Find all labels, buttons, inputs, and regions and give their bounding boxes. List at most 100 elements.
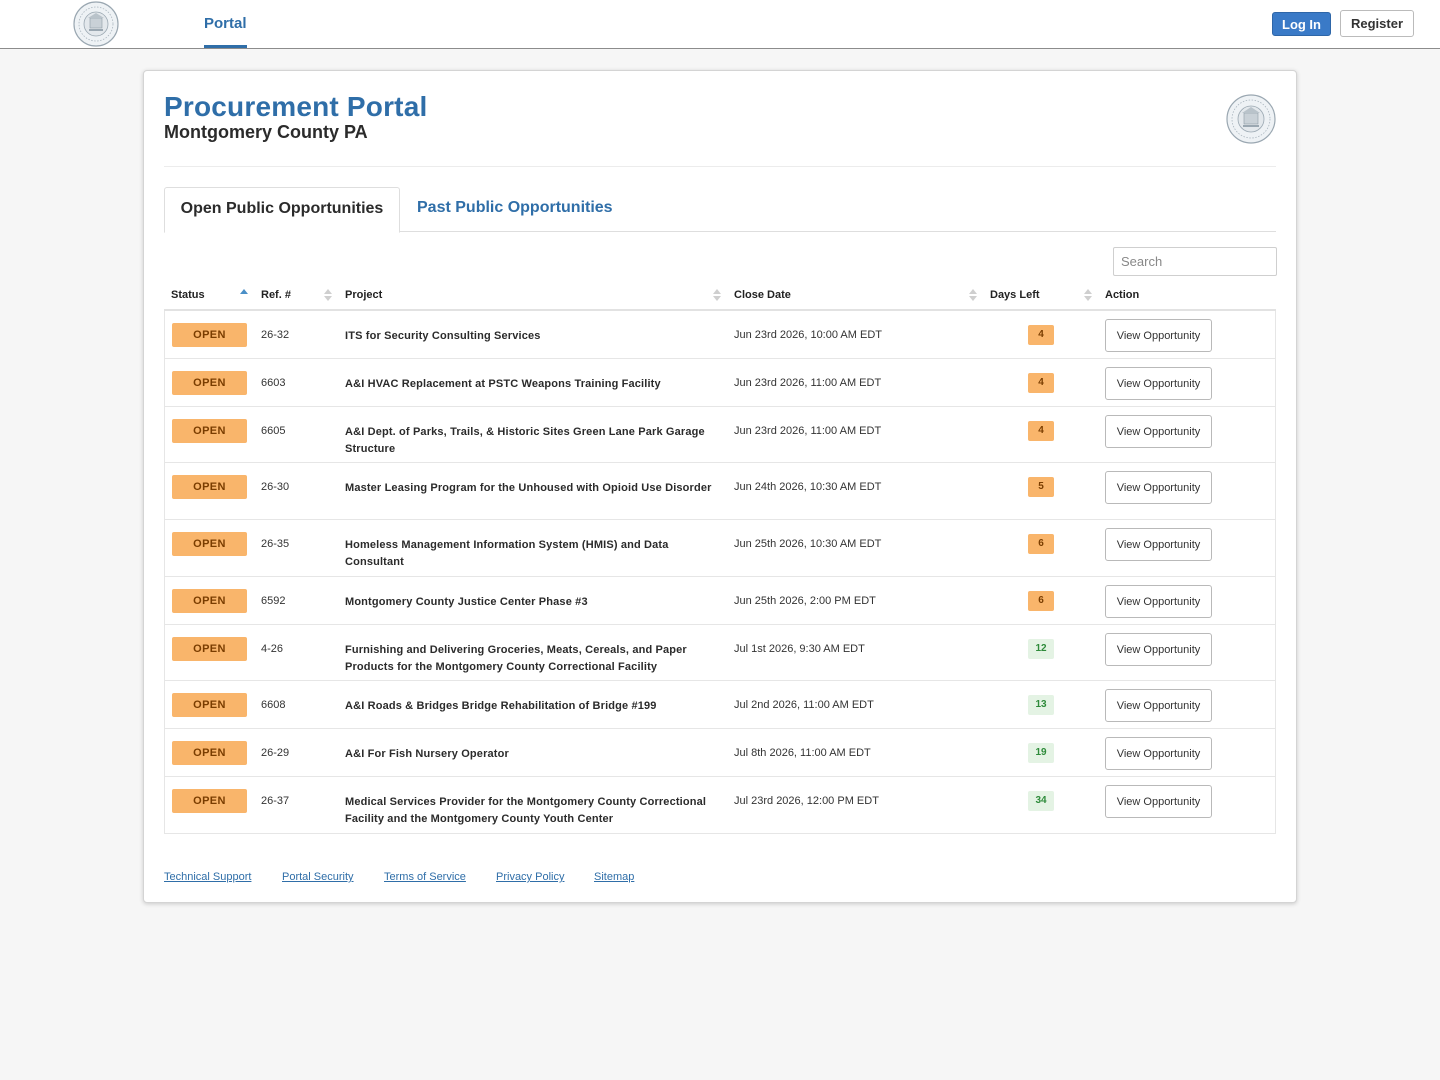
sort-asc-icon[interactable] [240, 289, 248, 303]
ref-number: 6603 [261, 377, 286, 389]
days-left-badge: 19 [1028, 743, 1054, 763]
days-left-badge: 4 [1028, 421, 1054, 441]
days-left-badge: 4 [1028, 373, 1054, 393]
close-date: Jun 24th 2026, 10:30 AM EDT [734, 481, 882, 493]
ref-number: 26-30 [261, 481, 290, 493]
table-body: OPEN 26-32 ITS for Security Consulting S… [164, 311, 1276, 834]
page-title: Procurement Portal [164, 91, 428, 122]
ref-number: 6608 [261, 699, 286, 711]
ref-number: 26-29 [261, 747, 290, 759]
project-name: Master Leasing Program for the Unhoused … [345, 482, 712, 494]
column-header-days-left[interactable]: Days Left [990, 277, 1040, 311]
status-badge: OPEN [172, 419, 247, 443]
status-badge: OPEN [172, 589, 247, 613]
ref-number: 26-37 [261, 795, 290, 807]
close-date: Jun 23rd 2026, 11:00 AM EDT [734, 377, 882, 389]
main-card: Procurement Portal Montgomery County PA … [143, 70, 1297, 903]
table-row: OPEN 6605 A&I Dept. of Parks, Trails, & … [165, 407, 1275, 463]
view-opportunity-button[interactable]: View Opportunity [1105, 585, 1212, 618]
sort-both-icon[interactable] [969, 289, 977, 303]
column-header-project[interactable]: Project [345, 277, 382, 311]
close-date: Jul 8th 2026, 11:00 AM EDT [734, 747, 871, 759]
table-row: OPEN 6592 Montgomery County Justice Cent… [165, 577, 1275, 625]
column-header-ref[interactable]: Ref. # [261, 277, 291, 311]
sort-both-icon[interactable] [713, 289, 721, 303]
view-opportunity-button[interactable]: View Opportunity [1105, 633, 1212, 666]
close-date: Jun 23rd 2026, 11:00 AM EDT [734, 425, 882, 437]
view-opportunity-button[interactable]: View Opportunity [1105, 415, 1212, 448]
column-header-status[interactable]: Status [171, 277, 205, 311]
project-name: A&I For Fish Nursery Operator [345, 748, 509, 760]
status-badge: OPEN [172, 693, 247, 717]
sort-both-icon[interactable] [324, 289, 332, 303]
view-opportunity-button[interactable]: View Opportunity [1105, 737, 1212, 770]
view-opportunity-button[interactable]: View Opportunity [1105, 689, 1212, 722]
county-seal-icon [1226, 94, 1276, 144]
header-divider [164, 166, 1276, 167]
login-button[interactable]: Log In [1272, 12, 1331, 36]
page-subtitle: Montgomery County PA [164, 122, 368, 142]
days-left-badge: 13 [1028, 695, 1054, 715]
table-row: OPEN 26-37 Medical Services Provider for… [165, 777, 1275, 833]
status-badge: OPEN [172, 637, 247, 661]
view-opportunity-button[interactable]: View Opportunity [1105, 367, 1212, 400]
sort-both-icon[interactable] [1084, 289, 1092, 303]
footer-link-terms-of-service[interactable]: Terms of Service [384, 871, 466, 883]
close-date: Jul 23rd 2026, 12:00 PM EDT [734, 795, 879, 807]
footer-link-privacy-policy[interactable]: Privacy Policy [496, 871, 564, 883]
footer-link-technical-support[interactable]: Technical Support [164, 871, 251, 883]
table-row: OPEN 26-32 ITS for Security Consulting S… [165, 311, 1275, 359]
project-name: Homeless Management Information System (… [345, 539, 669, 568]
table-row: OPEN 6603 A&I HVAC Replacement at PSTC W… [165, 359, 1275, 407]
column-header-close-date[interactable]: Close Date [734, 277, 791, 311]
days-left-badge: 12 [1028, 639, 1054, 659]
ref-number: 6592 [261, 595, 286, 607]
close-date: Jul 1st 2026, 9:30 AM EDT [734, 643, 865, 655]
opportunities-table: Status Ref. # Project Close Date Days Le… [164, 277, 1276, 834]
days-left-badge: 4 [1028, 325, 1054, 345]
view-opportunity-button[interactable]: View Opportunity [1105, 528, 1212, 561]
status-badge: OPEN [172, 475, 247, 499]
footer-link-sitemap[interactable]: Sitemap [594, 871, 634, 883]
close-date: Jun 25th 2026, 10:30 AM EDT [734, 538, 882, 550]
project-name: A&I Dept. of Parks, Trails, & Historic S… [345, 426, 705, 455]
table-row: OPEN 26-35 Homeless Management Informati… [165, 520, 1275, 577]
ref-number: 6605 [261, 425, 286, 437]
column-header-action: Action [1105, 289, 1140, 301]
days-left-badge: 6 [1028, 534, 1054, 554]
county-seal-icon[interactable] [72, 1, 120, 47]
nav-tab-portal[interactable]: Portal [204, 0, 247, 48]
table-header: Status Ref. # Project Close Date Days Le… [164, 277, 1276, 311]
table-row: OPEN 6608 A&I Roads & Bridges Bridge Reh… [165, 681, 1275, 729]
view-opportunity-button[interactable]: View Opportunity [1105, 319, 1212, 352]
status-badge: OPEN [172, 741, 247, 765]
ref-number: 26-35 [261, 538, 290, 550]
days-left-badge: 5 [1028, 477, 1054, 497]
project-name: ITS for Security Consulting Services [345, 330, 541, 342]
tab-past-opportunities[interactable]: Past Public Opportunities [417, 187, 613, 231]
register-button[interactable]: Register [1340, 10, 1414, 37]
days-left-badge: 34 [1028, 791, 1054, 811]
view-opportunity-button[interactable]: View Opportunity [1105, 785, 1212, 818]
status-badge: OPEN [172, 323, 247, 347]
close-date: Jun 23rd 2026, 10:00 AM EDT [734, 329, 882, 341]
ref-number: 4-26 [261, 643, 284, 655]
close-date: Jun 25th 2026, 2:00 PM EDT [734, 595, 876, 607]
table-row: OPEN 26-29 A&I For Fish Nursery Operator… [165, 729, 1275, 777]
view-opportunity-button[interactable]: View Opportunity [1105, 471, 1212, 504]
table-row: OPEN 26-30 Master Leasing Program for th… [165, 463, 1275, 520]
top-navbar: Portal Log In Register [0, 0, 1440, 49]
project-name: A&I HVAC Replacement at PSTC Weapons Tra… [345, 378, 661, 390]
project-name: Furnishing and Delivering Groceries, Mea… [345, 644, 687, 673]
status-badge: OPEN [172, 532, 247, 556]
project-name: Medical Services Provider for the Montgo… [345, 796, 707, 825]
days-left-badge: 6 [1028, 591, 1054, 611]
close-date: Jul 2nd 2026, 11:00 AM EDT [734, 699, 874, 711]
project-name: Montgomery County Justice Center Phase #… [345, 596, 588, 608]
table-row: OPEN 4-26 Furnishing and Delivering Groc… [165, 625, 1275, 681]
footer-link-portal-security[interactable]: Portal Security [282, 871, 354, 883]
tab-open-opportunities[interactable]: Open Public Opportunities [164, 187, 400, 233]
project-name: A&I Roads & Bridges Bridge Rehabilitatio… [345, 700, 657, 712]
search-input[interactable] [1113, 247, 1277, 276]
status-badge: OPEN [172, 371, 247, 395]
